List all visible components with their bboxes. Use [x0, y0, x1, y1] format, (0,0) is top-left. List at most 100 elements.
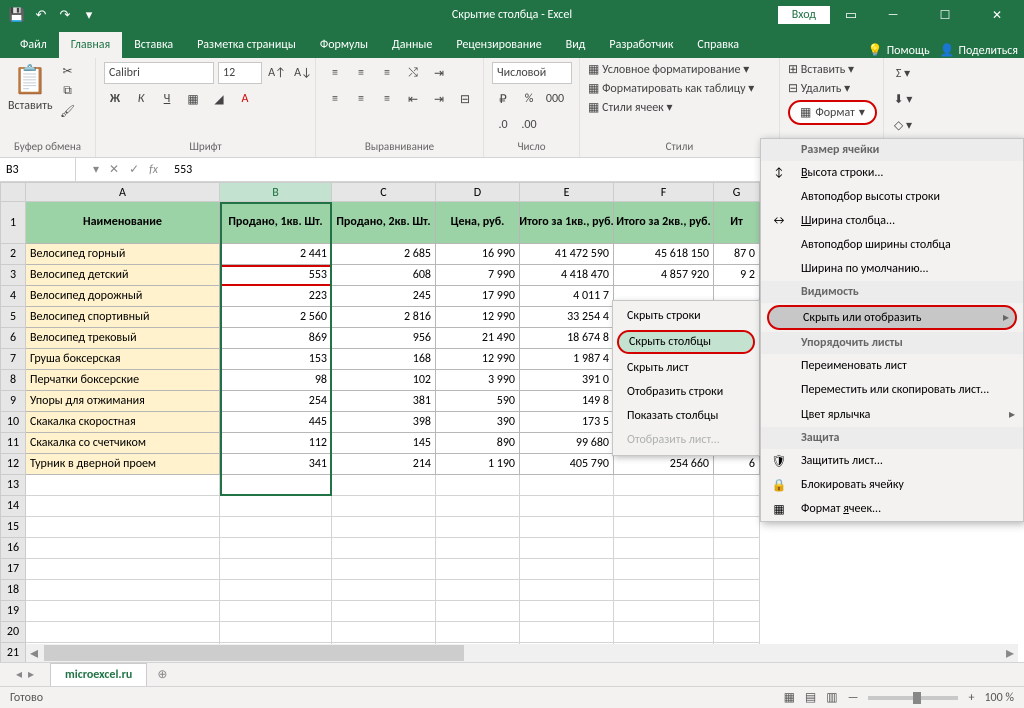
paste-button[interactable]: 📋 Вставить — [8, 62, 53, 113]
cell[interactable]: 102 — [332, 370, 436, 391]
cell[interactable] — [436, 622, 520, 643]
zoom-slider[interactable] — [868, 696, 958, 700]
cell[interactable]: 398 — [332, 412, 436, 433]
cell[interactable]: 4 011 7 — [520, 286, 614, 307]
zoom-level[interactable]: 100 % — [984, 691, 1014, 705]
qat-dropdown-icon[interactable]: ▾ — [78, 4, 100, 26]
header-cell[interactable]: Цена, руб. — [436, 202, 520, 244]
thousands-icon[interactable]: 000 — [544, 88, 566, 110]
menu-default-width[interactable]: Ширина по умолчанию... — [761, 257, 1023, 281]
percent-icon[interactable]: % — [518, 88, 540, 110]
cell[interactable] — [614, 496, 714, 517]
font-name-combo[interactable]: Calibri — [104, 62, 214, 84]
header-cell[interactable]: Итого за 1кв., руб. — [520, 202, 614, 244]
cell[interactable] — [520, 622, 614, 643]
menu-lock-cell[interactable]: 🔒Блокировать ячейку — [761, 473, 1023, 497]
cell[interactable] — [26, 622, 220, 643]
cell[interactable]: 956 — [332, 328, 436, 349]
cell[interactable]: 99 680 — [520, 433, 614, 454]
tab-review[interactable]: Рецензирование — [444, 32, 553, 58]
increase-font-icon[interactable]: A↑ — [266, 62, 288, 84]
bold-button[interactable]: Ж — [104, 88, 126, 110]
fx-buttons[interactable]: ▾✕✓fx — [76, 162, 166, 177]
cell[interactable]: Велосипед горный — [26, 244, 220, 265]
login-button[interactable]: Вход — [778, 6, 830, 24]
cell[interactable]: 18 674 8 — [520, 328, 614, 349]
col-header-d[interactable]: D — [436, 182, 520, 202]
increase-indent-icon[interactable]: ⇥ — [428, 88, 450, 110]
font-color-button[interactable]: A — [234, 88, 256, 110]
cell[interactable]: 12 990 — [436, 307, 520, 328]
header-cell[interactable]: Наименование — [26, 202, 220, 244]
cell[interactable] — [332, 496, 436, 517]
tell-me[interactable]: 💡 Помощь — [868, 43, 930, 58]
row-header[interactable]: 21 — [0, 643, 26, 664]
fill-color-button[interactable]: ◢ — [208, 88, 230, 110]
format-cells-button[interactable]: ▦ Формат ▾ — [788, 100, 877, 125]
cell[interactable]: 381 — [332, 391, 436, 412]
cell[interactable] — [520, 601, 614, 622]
formula-input[interactable]: 553 — [166, 163, 192, 177]
cell[interactable] — [220, 622, 332, 643]
select-all-corner[interactable] — [0, 182, 26, 202]
cell[interactable]: 223 — [220, 286, 332, 307]
cell[interactable]: 87 0 — [714, 244, 760, 265]
header-cell[interactable]: Итого за 2кв., руб. — [614, 202, 714, 244]
number-format-combo[interactable]: Числовой — [492, 62, 572, 84]
menu-hide-unhide[interactable]: Скрыть или отобразить▸ — [767, 305, 1017, 330]
increase-decimal-icon[interactable]: .00 — [518, 114, 540, 136]
align-left-icon[interactable]: ≡ — [324, 88, 346, 110]
cell[interactable]: 145 — [332, 433, 436, 454]
cell[interactable]: 7 990 — [436, 265, 520, 286]
cell[interactable] — [26, 496, 220, 517]
cell[interactable] — [26, 559, 220, 580]
cell[interactable]: 341 — [220, 454, 332, 475]
cell[interactable] — [614, 475, 714, 496]
cell[interactable]: 590 — [436, 391, 520, 412]
cell[interactable] — [332, 580, 436, 601]
cell[interactable]: 9 2 — [714, 265, 760, 286]
cell[interactable] — [220, 580, 332, 601]
cell[interactable] — [520, 580, 614, 601]
cell[interactable]: 2 441 — [220, 244, 332, 265]
view-break-icon[interactable]: ▥ — [826, 690, 837, 705]
new-sheet-button[interactable]: ⊕ — [147, 667, 177, 682]
cell[interactable] — [714, 580, 760, 601]
cell[interactable] — [332, 601, 436, 622]
cell[interactable] — [614, 580, 714, 601]
cell[interactable] — [714, 622, 760, 643]
cell[interactable] — [714, 496, 760, 517]
share-button[interactable]: 👤 Поделиться — [940, 43, 1018, 58]
menu-col-width[interactable]: ↔Ширина столбца... — [761, 209, 1023, 233]
tab-file[interactable]: Файл — [8, 32, 59, 58]
cell[interactable]: 6 — [714, 454, 760, 475]
col-header-g[interactable]: G — [714, 182, 760, 202]
header-cell[interactable]: Ит — [714, 202, 760, 244]
cell[interactable]: Велосипед дорожный — [26, 286, 220, 307]
cell-styles-button[interactable]: ▦ Стили ячеек ▾ — [588, 100, 673, 115]
menu-format-cells[interactable]: ▦Формат ячеек... — [761, 497, 1023, 521]
cell[interactable] — [520, 559, 614, 580]
tab-home[interactable]: Главная — [59, 32, 122, 58]
row-header[interactable]: 2 — [0, 244, 26, 265]
tab-formulas[interactable]: Формулы — [308, 32, 380, 58]
menu-autofit-col[interactable]: Автоподбор ширины столбца — [761, 233, 1023, 257]
maximize-button[interactable]: ☐ — [924, 1, 966, 29]
cell[interactable] — [220, 559, 332, 580]
row-header[interactable]: 15 — [0, 517, 26, 538]
decrease-indent-icon[interactable]: ⇤ — [402, 88, 424, 110]
tab-developer[interactable]: Разработчик — [597, 32, 685, 58]
ctx-unhide-rows[interactable]: Отобразить строки — [613, 380, 759, 404]
cell[interactable]: Скакалка со счетчиком — [26, 433, 220, 454]
cell[interactable]: 1 987 4 — [520, 349, 614, 370]
cell[interactable]: 405 790 — [520, 454, 614, 475]
cell[interactable]: 890 — [436, 433, 520, 454]
cell[interactable]: 214 — [332, 454, 436, 475]
col-header-b[interactable]: B — [220, 182, 332, 202]
col-header-c[interactable]: C — [332, 182, 436, 202]
ctx-hide-columns[interactable]: Скрыть столбцы — [617, 330, 755, 354]
cell[interactable] — [614, 622, 714, 643]
row-header[interactable]: 11 — [0, 433, 26, 454]
cell[interactable] — [332, 559, 436, 580]
cell[interactable] — [436, 517, 520, 538]
